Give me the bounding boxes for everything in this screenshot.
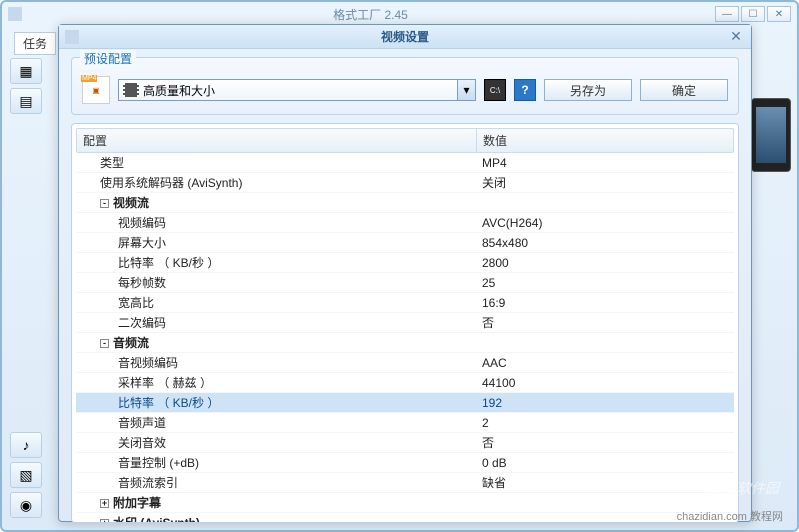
header-config: 配置 [77, 129, 477, 152]
table-row[interactable]: 音量控制 (+dB) 0 dB [76, 453, 734, 473]
table-row[interactable]: + 水印 (AviSynth) [76, 513, 734, 524]
row-key: 音频声道 [118, 416, 166, 430]
maximize-button[interactable]: ☐ [741, 6, 765, 22]
dialog-titlebar: 视频设置 ✕ [59, 25, 751, 49]
row-key: 音频流 [113, 336, 149, 350]
table-row[interactable]: 音视频编码 AAC [76, 353, 734, 373]
footer-watermark: chazidian.com 教程网 [677, 508, 783, 524]
picture-icon[interactable]: ▧ [10, 462, 42, 488]
row-key: 类型 [100, 156, 124, 170]
row-key: 宽高比 [118, 296, 154, 310]
preset-selected-label: 高质量和大小 [143, 82, 215, 99]
table-row[interactable]: 关闭音效 否 [76, 433, 734, 453]
table-row[interactable]: -视频流 [76, 193, 734, 213]
toolbar-icon-1[interactable]: ▦ [10, 58, 42, 84]
row-value: MP4 [476, 153, 734, 173]
table-row[interactable]: 比特率 （ KB/秒 ） 2800 [76, 253, 734, 273]
table-row[interactable]: 二次编码 否 [76, 313, 734, 333]
ok-button[interactable]: 确定 [640, 79, 728, 101]
row-value: 0 dB [476, 453, 734, 473]
row-value: 854x480 [476, 233, 734, 253]
expand-icon[interactable]: + [100, 519, 109, 523]
table-row[interactable]: 使用系统解码器 (AviSynth) 关闭 [76, 173, 734, 193]
row-key: 视频流 [113, 196, 149, 210]
table-row[interactable]: + 附加字幕 [76, 493, 734, 513]
row-value: 25 [476, 273, 734, 293]
row-key: 水印 (AviSynth) [113, 516, 200, 523]
row-key: 每秒帧数 [118, 276, 166, 290]
row-key: 音量控制 (+dB) [118, 456, 199, 470]
task-tab[interactable]: 任务 [14, 32, 56, 55]
row-value [476, 193, 734, 213]
mp4-icon: ▣ [82, 76, 110, 104]
minimize-button[interactable]: — [715, 6, 739, 22]
table-row[interactable]: 比特率 （ KB/秒 ） 192 [76, 393, 734, 413]
row-value: 2 [476, 413, 734, 433]
device-preview [751, 98, 791, 172]
settings-table[interactable]: 配置 数值 类型MP4使用系统解码器 (AviSynth)关闭-视频流视频编码A… [71, 123, 739, 523]
dialog-title: 视频设置 [83, 28, 727, 45]
row-key: 视频编码 [118, 216, 166, 230]
table-row[interactable]: 类型 MP4 [76, 153, 734, 173]
row-value: 16:9 [476, 293, 734, 313]
row-key: 二次编码 [118, 316, 166, 330]
music-icon[interactable]: ♪ [10, 432, 42, 458]
table-row[interactable]: 音频声道 2 [76, 413, 734, 433]
row-key: 比特率 （ KB/秒 ） [118, 256, 219, 270]
preset-select[interactable]: 高质量和大小 ▾ [118, 79, 476, 101]
table-row[interactable]: 采样率 （ 赫兹 ） 44100 [76, 373, 734, 393]
row-value: 关闭 [476, 173, 734, 193]
row-value: 2800 [476, 253, 734, 273]
chevron-down-icon[interactable]: ▾ [457, 80, 475, 100]
row-key: 比特率 （ KB/秒 ） [118, 396, 219, 410]
saveas-button[interactable]: 另存为 [544, 79, 632, 101]
header-value: 数值 [477, 129, 733, 152]
table-row[interactable]: 宽高比 16:9 [76, 293, 734, 313]
row-value: 44100 [476, 373, 734, 393]
row-value: 否 [476, 433, 734, 453]
table-body: 类型MP4使用系统解码器 (AviSynth)关闭-视频流视频编码AVC(H26… [76, 153, 734, 523]
disc-icon[interactable]: ◉ [10, 492, 42, 518]
dialog-close-button[interactable]: ✕ [727, 28, 745, 46]
row-key: 屏幕大小 [118, 236, 166, 250]
main-titlebar: 格式工厂 2.45 — ☐ ✕ [2, 2, 797, 26]
row-key: 采样率 （ 赫兹 ） [118, 376, 212, 390]
row-key: 关闭音效 [118, 436, 166, 450]
table-row[interactable]: 屏幕大小 854x480 [76, 233, 734, 253]
preset-group: 预设配置 ▣ 高质量和大小 ▾ C:\ ? 另存为 确定 [71, 57, 739, 115]
toolbar-icon-2[interactable]: ▤ [10, 88, 42, 114]
main-title: 格式工厂 2.45 [26, 6, 715, 23]
help-button[interactable]: ? [514, 79, 536, 101]
app-icon [8, 7, 22, 21]
row-value: AVC(H264) [476, 213, 734, 233]
row-value: 缺省 [476, 473, 734, 493]
table-row[interactable]: 视频编码 AVC(H264) [76, 213, 734, 233]
window-buttons: — ☐ ✕ [715, 6, 791, 22]
table-row[interactable]: 音频流索引 缺省 [76, 473, 734, 493]
video-settings-dialog: 视频设置 ✕ 预设配置 ▣ 高质量和大小 ▾ C:\ ? 另存为 确定 配置 数… [58, 24, 752, 522]
row-key: 音视频编码 [118, 356, 178, 370]
preset-row: ▣ 高质量和大小 ▾ C:\ ? 另存为 确定 [82, 76, 728, 104]
row-value: 否 [476, 313, 734, 333]
row-value: 192 [476, 393, 734, 413]
table-row[interactable]: -音频流 [76, 333, 734, 353]
expand-icon[interactable]: + [100, 499, 109, 508]
table-header: 配置 数值 [76, 128, 734, 153]
left-sidebar: ▦ ▤ ♪ ▧ ◉ [10, 58, 52, 518]
close-button[interactable]: ✕ [767, 6, 791, 22]
collapse-icon[interactable]: - [100, 199, 109, 208]
table-row[interactable]: 每秒帧数 25 [76, 273, 734, 293]
row-key: 音频流索引 [118, 476, 178, 490]
row-key: 附加字幕 [113, 496, 161, 510]
film-icon [123, 83, 139, 97]
row-value [476, 333, 734, 353]
row-value: AAC [476, 353, 734, 373]
dialog-icon [65, 30, 79, 44]
row-key: 使用系统解码器 (AviSynth) [100, 176, 242, 190]
collapse-icon[interactable]: - [100, 339, 109, 348]
cmd-button[interactable]: C:\ [484, 79, 506, 101]
preset-legend: 预设配置 [80, 50, 136, 67]
